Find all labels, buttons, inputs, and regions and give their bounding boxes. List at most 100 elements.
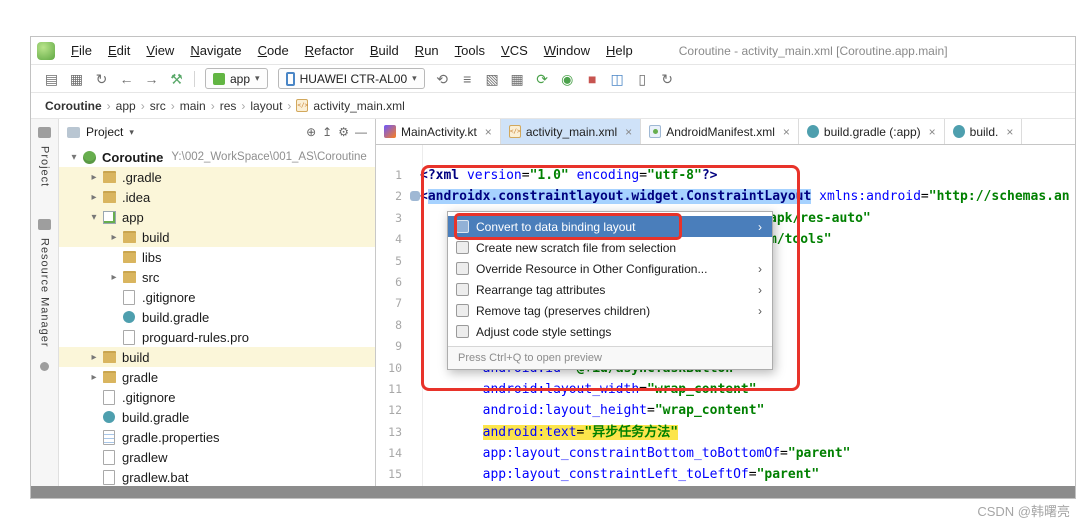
settings-gear-icon[interactable]: ⚙ <box>338 125 349 139</box>
window-title: Coroutine - activity_main.xml [Coroutine… <box>678 43 948 58</box>
capture-icon[interactable]: ◫ <box>605 68 630 90</box>
line-number: 9 <box>395 339 402 354</box>
tree-item-idea[interactable]: ▸ .idea <box>59 187 375 207</box>
tree-item-src[interactable]: ▸ src <box>59 267 375 287</box>
run-icon[interactable]: ⟳ <box>530 68 555 90</box>
tree-item-build-gradle[interactable]: build.gradle <box>59 307 375 327</box>
tree-item-build-gradle[interactable]: build.gradle <box>59 407 375 427</box>
tree-item-gradle[interactable]: ▸ .gradle <box>59 167 375 187</box>
code-text: app:layout_constraintLeft_toLeftOf="pare… <box>482 467 820 483</box>
line-number: 1 <box>395 168 402 182</box>
toolbar-separator <box>194 70 195 87</box>
stripe-resource-manager[interactable]: Resource Manager <box>39 238 51 348</box>
tree-item-libs[interactable]: libs <box>59 247 375 267</box>
close-icon[interactable]: × <box>783 125 790 139</box>
tab-build-gradle-app[interactable]: build.gradle (:app) × <box>799 119 945 144</box>
breadcrumb-separator-icon: › <box>140 98 145 113</box>
tree-item-gradle-properties[interactable]: gradle.properties <box>59 427 375 447</box>
menu-view[interactable]: View <box>138 40 182 61</box>
stripe-project[interactable]: Project <box>39 146 51 187</box>
hide-panel-icon[interactable]: — <box>355 125 367 139</box>
breadcrumb-item-res[interactable]: res <box>220 99 237 113</box>
tree-item-label: build.gradle <box>122 409 190 425</box>
manifest-file-icon <box>649 125 662 138</box>
menu-item-override-resource-in-other-configuration[interactable]: Override Resource in Other Configuration… <box>448 258 772 279</box>
tree-item-gradle[interactable]: ▸ gradle <box>59 367 375 387</box>
tree-item-coroutine[interactable]: ▾ Coroutine Y:\002_WorkSpace\001_AS\Corout… <box>59 147 375 167</box>
breadcrumb-item-coroutine[interactable]: Coroutine <box>45 99 102 113</box>
folder-icon <box>121 249 137 265</box>
profiler-icon[interactable]: ▧ <box>480 68 505 90</box>
tree-item-path: Y:\002_WorkSpace\001_AS\Coroutine <box>171 151 367 163</box>
menu-vcs[interactable]: VCS <box>493 40 536 61</box>
context-menu: Convert to data binding layout › Create ne… <box>447 211 773 370</box>
build-hammer-icon[interactable]: ⚒ <box>164 68 189 90</box>
close-icon[interactable]: × <box>929 125 936 139</box>
save-all-icon[interactable]: ▦ <box>64 68 89 90</box>
chevron-down-icon[interactable]: ▾ <box>129 127 134 138</box>
menu-item-adjust-code-style-settings[interactable]: Adjust code style settings <box>448 321 772 342</box>
tab-mainactivity-kt[interactable]: MainActivity.kt × <box>376 119 501 144</box>
device-label: HUAWEI CTR-AL00 <box>299 71 408 86</box>
forward-icon[interactable]: → <box>139 68 164 90</box>
breadcrumb-item-src[interactable]: src <box>150 99 166 113</box>
menu-file[interactable]: File <box>63 40 100 61</box>
project-stripe-icon[interactable] <box>38 127 51 138</box>
menu-item-convert-to-data-binding-layout[interactable]: Convert to data binding layout › <box>448 216 772 237</box>
project-view-icon <box>67 126 80 138</box>
tree-item-build[interactable]: ▸ build <box>59 347 375 367</box>
locate-file-icon[interactable]: ⊕ <box>306 125 316 139</box>
menu-item-rearrange-tag-attributes[interactable]: Rearrange tag attributes › <box>448 279 772 300</box>
pin-icon[interactable] <box>40 361 49 371</box>
window-bottom-edge <box>31 486 1075 498</box>
run-config-selector[interactable]: app ▾ <box>205 68 268 89</box>
menu-help[interactable]: Help <box>598 40 641 61</box>
tab-activity-main-xml[interactable]: activity_main.xml × <box>500 119 642 144</box>
tree-item-proguard-rules-pro[interactable]: proguard-rules.pro <box>59 327 375 347</box>
attach-debugger-icon[interactable]: ↻ <box>655 68 680 90</box>
tab-androidmanifest-xml[interactable]: AndroidManifest.xml × <box>641 119 799 144</box>
menu-build[interactable]: Build <box>362 40 407 61</box>
folder-icon <box>121 229 137 245</box>
device-selector[interactable]: HUAWEI CTR-AL00 ▾ <box>277 68 425 89</box>
sync-icon[interactable]: ↻ <box>89 68 114 90</box>
menu-tools[interactable]: Tools <box>447 40 493 61</box>
breadcrumb-item-layout[interactable]: layout <box>250 99 282 113</box>
open-icon[interactable]: ▤ <box>39 68 64 90</box>
inspect-icon[interactable]: ▦ <box>505 68 530 90</box>
menu-navigate[interactable]: Navigate <box>182 40 249 61</box>
menu-edit[interactable]: Edit <box>100 40 138 61</box>
menu-refactor[interactable]: Refactor <box>297 40 362 61</box>
tree-item-build[interactable]: ▸ build <box>59 227 375 247</box>
submenu-arrow-icon: › <box>758 303 762 318</box>
resource-manager-stripe-icon[interactable] <box>38 219 51 231</box>
tab-build[interactable]: build. × <box>945 119 1023 144</box>
breadcrumb-item-main[interactable]: main <box>180 99 206 113</box>
tree-item-gradlew[interactable]: gradlew <box>59 447 375 467</box>
collapse-all-icon[interactable]: ↥ <box>322 125 332 139</box>
stop-icon[interactable]: ■ <box>580 68 605 90</box>
code-line: 12 android:layout_height="wrap_content" <box>376 400 1075 421</box>
tree-item-app[interactable]: ▾ app <box>59 207 375 227</box>
back-icon[interactable]: ← <box>114 68 139 90</box>
menu-item-label: Convert to data binding layout <box>476 219 636 234</box>
menu-item-create-new-scratch-file-from-selection[interactable]: Create new scratch file from selection <box>448 237 772 258</box>
breadcrumb-item-activity-main-xml[interactable]: activity_main.xml <box>313 99 404 113</box>
tree-item-gradlew-bat[interactable]: gradlew.bat <box>59 467 375 486</box>
menu-item-remove-tag-preserves-children[interactable]: Remove tag (preserves children) › <box>448 300 772 321</box>
device-manager-icon[interactable]: ▯ <box>630 68 655 90</box>
debug-icon[interactable]: ◉ <box>555 68 580 90</box>
close-icon[interactable]: × <box>625 125 632 139</box>
menu-run[interactable]: Run <box>407 40 447 61</box>
chevron-right-icon: ▸ <box>91 171 97 183</box>
menu-code[interactable]: Code <box>250 40 297 61</box>
breadcrumb-item-app[interactable]: app <box>116 99 136 113</box>
tree-item-label: libs <box>142 249 162 265</box>
sync-project-icon[interactable]: ⟲ <box>430 68 455 90</box>
build-variants-icon[interactable]: ≡ <box>455 68 480 90</box>
close-icon[interactable]: × <box>1006 125 1013 139</box>
tree-item-gitignore[interactable]: .gitignore <box>59 287 375 307</box>
menu-window[interactable]: Window <box>536 40 598 61</box>
tree-item-gitignore[interactable]: .gitignore <box>59 387 375 407</box>
close-icon[interactable]: × <box>485 125 492 139</box>
